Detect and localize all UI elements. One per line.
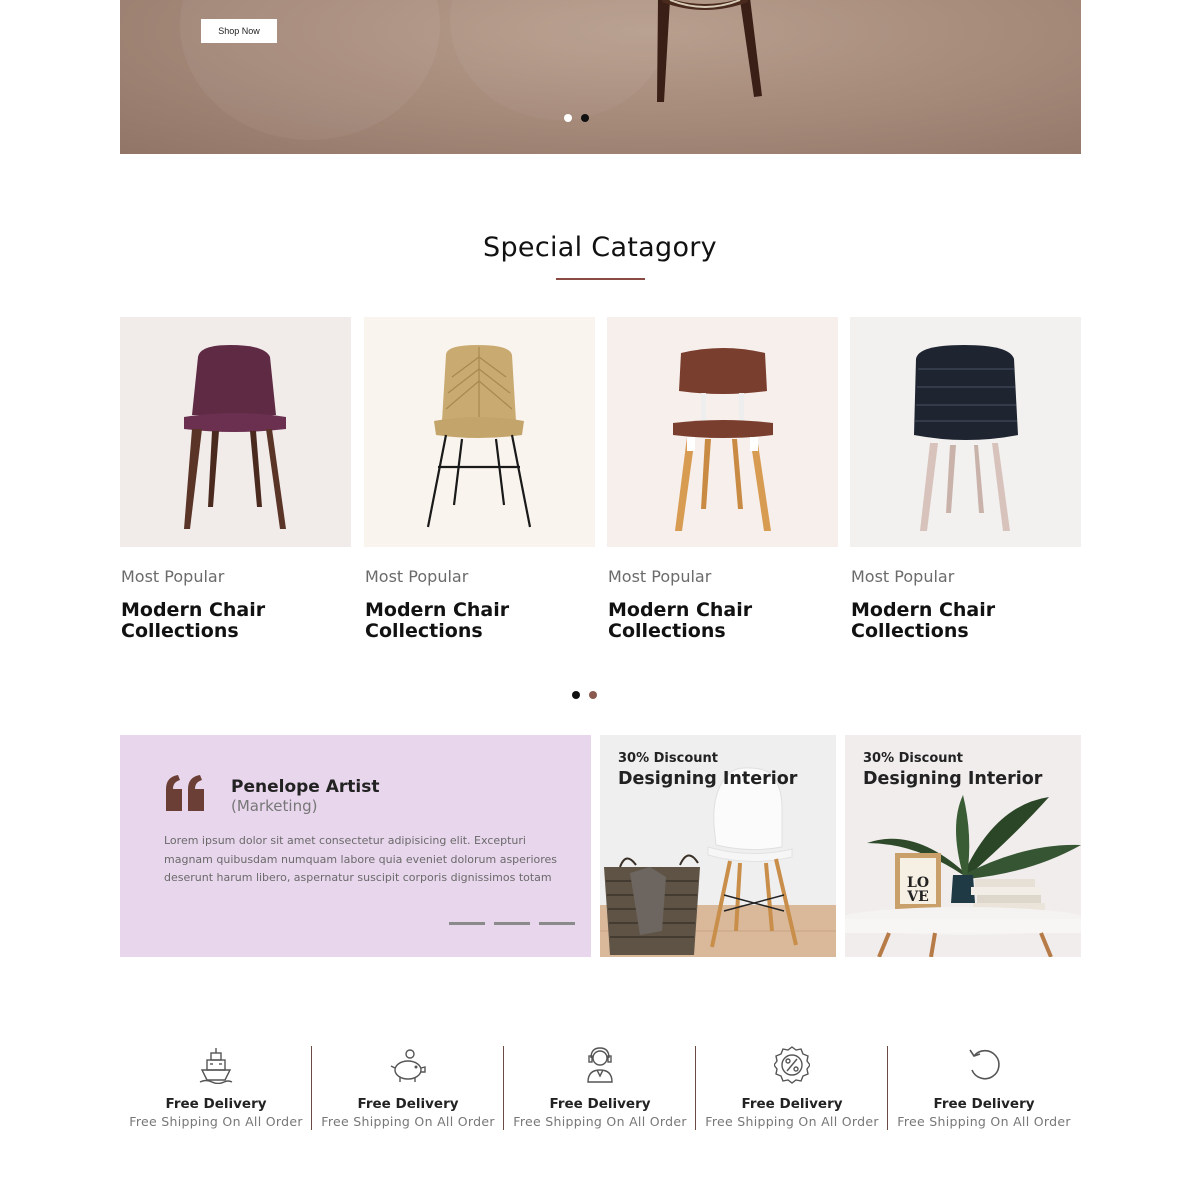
category-title[interactable]: Modern Chair Collections [364,600,514,642]
hero-chair-image [657,0,762,102]
promo-subtitle: 30% Discount [863,751,963,766]
discount-badge-icon [774,1046,810,1084]
feature-item: Free Delivery Free Shipping On All Order [312,1046,504,1130]
piggy-bank-icon [390,1049,426,1082]
hero-pager [564,114,589,122]
rattan-chair-image [426,345,532,528]
testimonial-role: (Marketing) [231,797,318,815]
category-card[interactable]: Most Popular Modern Chair Collections [850,317,1081,642]
category-title[interactable]: Modern Chair Collections [850,600,1000,642]
testimonial-pager-dash[interactable] [539,922,575,925]
category-card-image[interactable] [850,317,1081,547]
feature-title: Free Delivery [933,1096,1035,1112]
feature-item: Free Delivery Free Shipping On All Order [696,1046,888,1130]
category-card-image[interactable] [120,317,351,547]
category-title[interactable]: Modern Chair Collections [120,600,270,642]
category-card[interactable]: Most Popular Modern Chair Collections [120,317,351,642]
category-pager-dot[interactable] [572,691,580,699]
promo-subtitle: 30% Discount [618,751,718,766]
svg-text:VE: VE [906,889,929,905]
hero-pager-dot[interactable] [564,114,572,122]
promo-banner[interactable]: 30% Discount Designing Interior [600,735,836,957]
feature-subtitle: Free Shipping On All Order [897,1114,1071,1129]
hero-pager-dot[interactable] [581,114,589,122]
support-agent-icon [587,1047,613,1083]
shop-now-button[interactable]: Shop Now [201,19,277,43]
testimonial-pager-dash[interactable] [449,922,485,925]
category-subtitle: Most Popular [608,567,712,586]
feature-title: Free Delivery [741,1096,843,1112]
feature-subtitle: Free Shipping On All Order [321,1114,495,1129]
category-subtitle: Most Popular [121,567,225,586]
promo-banner[interactable]: LO VE 30% Discount Designing Interior [845,735,1081,957]
category-subtitle: Most Popular [851,567,955,586]
category-card[interactable]: Most Popular Modern Chair Collections [607,317,838,642]
category-card[interactable]: Most Popular Modern Chair Collections [364,317,595,642]
promo-title[interactable]: Designing Interior [618,769,797,789]
hero-banner: Shop Now [120,0,1081,154]
quote-icon [166,775,204,811]
testimonial-pager [449,922,575,925]
category-card-image[interactable] [364,317,595,547]
testimonial-name: Penelope Artist [231,777,380,797]
feature-subtitle: Free Shipping On All Order [129,1114,303,1129]
feature-subtitle: Free Shipping On All Order [513,1114,687,1129]
feature-title: Free Delivery [357,1096,459,1112]
hero-decor [450,0,670,120]
category-card-image[interactable] [607,317,838,547]
feature-item: Free Delivery Free Shipping On All Order [120,1046,312,1130]
title-underline [556,278,645,280]
refresh-icon [969,1049,1000,1080]
feature-title: Free Delivery [165,1096,267,1112]
category-pager-dot[interactable] [589,691,597,699]
promo-title[interactable]: Designing Interior [863,769,1042,789]
section-title: Special Catagory [483,232,717,263]
testimonial-text: Lorem ipsum dolor sit amet consectetur a… [164,834,558,884]
features-bar: Free Delivery Free Shipping On All Order… [120,1046,1081,1130]
feature-subtitle: Free Shipping On All Order [705,1114,879,1129]
feature-title: Free Delivery [549,1096,651,1112]
testimonial-card: Penelope Artist (Marketing) Lorem ipsum … [120,735,591,957]
category-title[interactable]: Modern Chair Collections [607,600,757,642]
category-carousel: Most Popular Modern Chair Collections Mo… [120,317,1081,647]
feature-item: Free Delivery Free Shipping On All Order [504,1046,696,1130]
leather-chair-image [673,348,773,531]
black-chair-image [914,345,1018,531]
purple-chair-image [184,345,286,529]
testimonial-pager-dash[interactable] [494,922,530,925]
feature-item: Free Delivery Free Shipping On All Order [888,1046,1080,1130]
ship-icon [199,1048,233,1084]
category-pager [572,691,597,699]
category-subtitle: Most Popular [365,567,469,586]
